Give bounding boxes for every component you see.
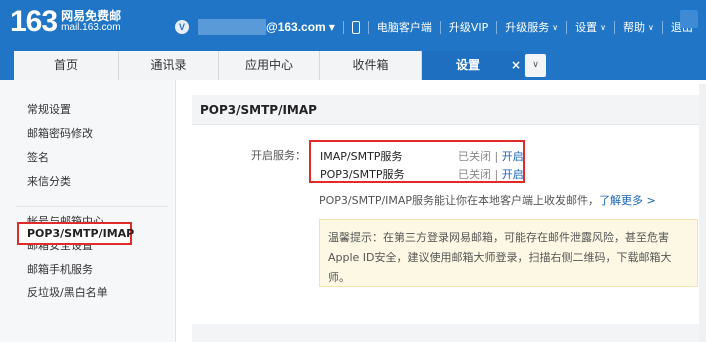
help-link[interactable]: 帮助 [623,19,645,35]
chevron-down-icon[interactable]: ∨ [600,23,606,32]
divider [367,20,369,34]
divider [614,20,616,34]
logo-number: 163 [10,5,58,38]
desktop-client-link[interactable]: 电脑客户端 [377,19,432,35]
divider [661,20,663,34]
top-header: 163 网易免费邮 mail.163.com V @163.com ▼ 电脑客户… [0,0,706,51]
service-list: IMAP/SMTP服务 已关闭 | 开启 POP3/SMTP服务 已关闭 | 开… [309,140,525,183]
user-bar: V @163.com ▼ 电脑客户端 升级VIP 升级服务 ∨ 设置 ∨ 帮助 … [175,18,693,36]
window-control[interactable] [680,10,698,28]
masked-username [198,19,266,35]
chevron-down-icon[interactable]: ∨ [525,54,546,77]
tab-home[interactable]: 首页 [14,51,119,80]
service-status: 已关闭 [458,168,491,181]
email-address[interactable]: @163.com [266,20,326,34]
sidebar-divider [16,206,168,207]
page-title: POP3/SMTP/IMAP [200,103,317,117]
logo-url: mail.163.com [61,22,121,33]
divider [439,20,441,34]
section-header: POP3/SMTP/IMAP [192,95,699,125]
service-row: POP3/SMTP服务 已关闭 | 开启 [320,168,524,181]
settings-sidebar: 常规设置 邮箱密码修改 签名 来信分类 帐号与邮箱中心 邮箱安全设置 邮箱手机服… [0,80,176,342]
divider [342,20,344,34]
service-name: POP3/SMTP服务 [320,168,405,181]
enable-imap-link[interactable]: 开启 [502,150,524,163]
warning-tip: 温馨提示：在第三方登录网易邮箱，可能存在邮件泄露风险，甚至危害Apple ID安… [319,219,698,287]
description-text: POP3/SMTP/IMAP服务能让你在本地客户端上收发邮件， [319,194,600,207]
enable-pop3-link[interactable]: 开启 [502,168,524,181]
scrollbar[interactable] [699,84,706,342]
section-footer [192,324,699,342]
sidebar-item-mobile[interactable]: 邮箱手机服务 [27,261,93,277]
logo[interactable]: 163 网易免费邮 mail.163.com [10,4,121,40]
tab-bar: 首页 通讯录 应用中心 收件箱 设置 × ∨ [0,51,706,80]
tab-inbox[interactable]: 收件箱 [320,51,422,80]
chevron-down-icon[interactable]: ∨ [648,23,654,32]
service-label: 开启服务： [251,149,306,162]
divider [496,20,498,34]
upgrade-service-link[interactable]: 升级服务 [505,19,549,35]
service-description: POP3/SMTP/IMAP服务能让你在本地客户端上收发邮件，了解更多 > [319,192,656,208]
sidebar-item-spam[interactable]: 反垃圾/黑白名单 [27,284,108,300]
service-name: IMAP/SMTP服务 [320,150,403,163]
sidebar-item-signature[interactable]: 签名 [27,149,49,165]
vip-badge-icon: V [175,20,189,34]
sidebar-item-general[interactable]: 常规设置 [27,101,71,117]
chevron-down-icon[interactable]: ▼ [329,23,335,32]
learn-more-link[interactable]: 了解更多 > [599,194,656,207]
chevron-down-icon[interactable]: ∨ [552,23,558,32]
sidebar-item-pop3[interactable]: POP3/SMTP/IMAP [17,222,134,245]
sidebar-item-password[interactable]: 邮箱密码修改 [27,125,93,141]
logo-title: 网易免费邮 [61,9,122,23]
service-row: IMAP/SMTP服务 已关闭 | 开启 [320,150,524,163]
tab-app-center[interactable]: 应用中心 [219,51,320,80]
close-icon[interactable]: × [511,51,521,80]
tab-contacts[interactable]: 通讯录 [119,51,219,80]
settings-link[interactable]: 设置 [575,19,597,35]
upgrade-vip-link[interactable]: 升级VIP [449,19,488,35]
phone-icon[interactable] [351,20,360,34]
service-status: 已关闭 [458,150,491,163]
sidebar-item-mail-filter[interactable]: 来信分类 [27,173,71,189]
tab-settings[interactable]: 设置 [422,51,524,80]
divider [566,20,568,34]
